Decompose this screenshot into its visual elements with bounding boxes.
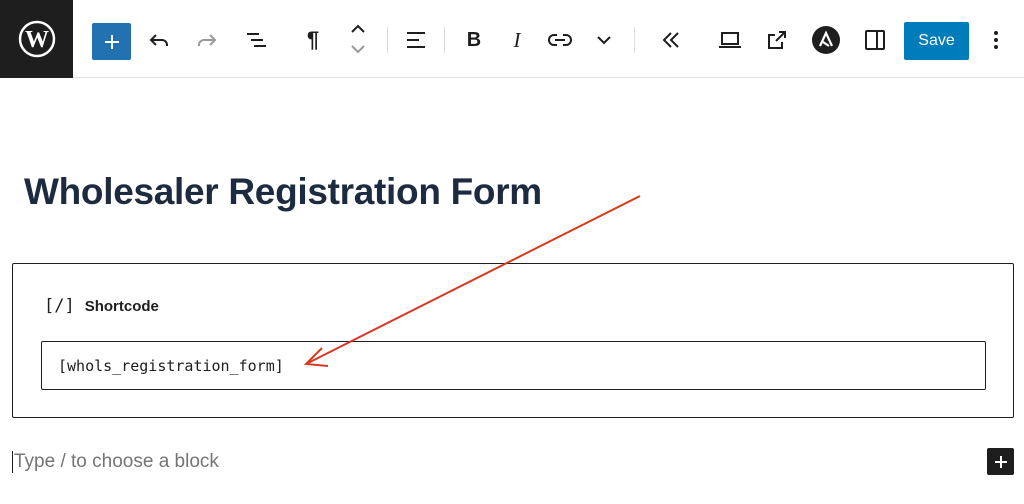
plus-icon — [104, 34, 119, 49]
toolbar-divider — [387, 27, 388, 53]
plus-icon — [994, 455, 1007, 468]
chevron-double-left-icon — [662, 32, 679, 48]
undo-icon — [149, 34, 168, 46]
collapse-button[interactable] — [652, 21, 690, 59]
link-icon — [548, 34, 572, 46]
italic-button[interactable]: I — [498, 21, 536, 59]
undo-button[interactable] — [140, 21, 178, 59]
italic-icon: I — [513, 27, 521, 52]
link-button[interactable] — [541, 21, 579, 59]
more-options-button[interactable] — [585, 21, 623, 59]
shortcode-icon: [/] — [44, 296, 75, 316]
page-title[interactable]: Wholesaler Registration Form — [24, 171, 542, 213]
appender-placeholder: Type / to choose a block — [14, 451, 219, 472]
settings-sidebar-button[interactable] — [856, 21, 894, 59]
editor-toolbar: W ¶ B I Save — [0, 0, 1024, 78]
add-block-inline-button[interactable] — [987, 448, 1014, 475]
save-button[interactable]: Save — [904, 22, 969, 60]
svg-text:W: W — [25, 27, 49, 53]
move-button[interactable] — [339, 21, 377, 59]
laptop-icon — [719, 32, 741, 48]
list-view-button[interactable] — [237, 21, 275, 59]
shortcode-block[interactable]: [/] Shortcode [whols_registration_form] — [12, 263, 1014, 418]
redo-button[interactable] — [188, 21, 226, 59]
add-block-button[interactable] — [92, 23, 131, 60]
view-post-button[interactable] — [758, 21, 796, 59]
shortcode-input[interactable]: [whols_registration_form] — [41, 341, 986, 390]
shortcode-label: Shortcode — [84, 297, 159, 315]
align-left-icon — [407, 32, 425, 48]
bold-icon: B — [466, 28, 482, 51]
astra-settings-button[interactable] — [807, 21, 845, 59]
redo-icon — [198, 34, 217, 46]
block-appender[interactable]: Type / to choose a block — [12, 451, 219, 473]
paragraph-button[interactable]: ¶ — [294, 21, 332, 59]
toolbar-divider — [634, 27, 635, 53]
paragraph-icon: ¶ — [306, 27, 320, 52]
preview-button[interactable] — [711, 21, 749, 59]
list-view-icon — [247, 33, 266, 47]
text-caret — [12, 451, 13, 473]
chevron-down-icon — [597, 36, 611, 45]
external-link-icon — [768, 31, 786, 49]
bold-button[interactable]: B — [455, 21, 493, 59]
move-up-down-icon — [351, 24, 365, 54]
options-button[interactable] — [977, 21, 1015, 59]
vertical-ellipsis-icon — [994, 31, 998, 49]
wordpress-icon[interactable]: W — [0, 0, 73, 78]
sidebar-icon — [865, 30, 885, 50]
toolbar-divider — [444, 27, 445, 53]
align-button[interactable] — [397, 21, 435, 59]
astra-icon — [812, 26, 840, 54]
shortcode-block-label: [/] Shortcode — [44, 296, 159, 316]
